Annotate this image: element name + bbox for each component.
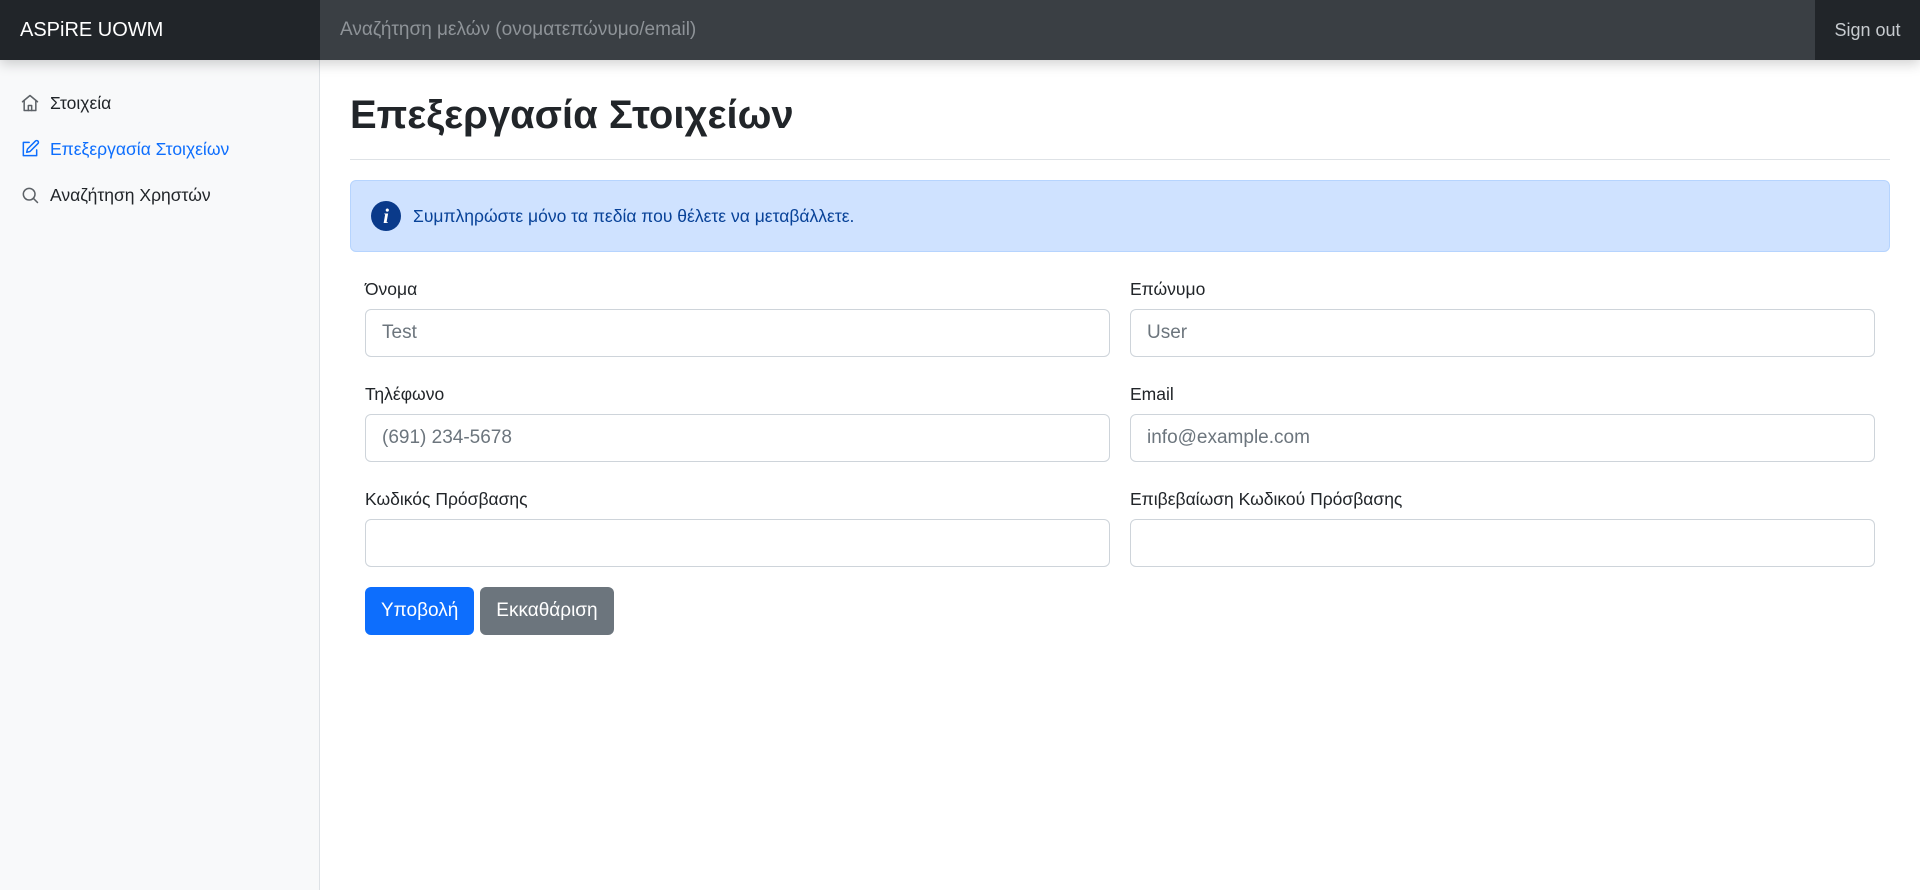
form-row: Όνομα Επώνυμο: [365, 252, 1875, 357]
first-name-field[interactable]: [365, 309, 1110, 357]
alert-text: Συμπληρώστε μόνο τα πεδία που θέλετε να …: [413, 205, 855, 226]
sidebar-item-label: Αναζήτηση Χρηστών: [50, 184, 211, 205]
password-confirm-field[interactable]: [1130, 519, 1875, 567]
home-icon: [20, 93, 40, 113]
form-group-password: Κωδικός Πρόσβασης: [365, 462, 1110, 567]
edit-details-form: Όνομα Επώνυμο Τηλέφωνο Email Κωδικός Πρό…: [350, 252, 1890, 635]
email-field[interactable]: [1130, 414, 1875, 462]
member-search-input[interactable]: [320, 0, 1815, 60]
edit-icon: [20, 139, 40, 159]
sidebar-item-user-search[interactable]: Αναζήτηση Χρηστών: [0, 172, 319, 218]
brand-logo[interactable]: ASPiRE UOWM: [0, 0, 320, 60]
password-field[interactable]: [365, 519, 1110, 567]
form-actions: Υποβολή Εκκαθάριση: [365, 587, 1875, 635]
sidebar-item-label: Επεξεργασία Στοιχείων: [50, 138, 230, 159]
first-name-label: Όνομα: [365, 279, 418, 299]
form-row: Τηλέφωνο Email: [365, 357, 1875, 462]
sidebar-item-details[interactable]: Στοιχεία: [0, 80, 319, 126]
search-icon: [20, 185, 40, 205]
phone-label: Τηλέφωνο: [365, 384, 445, 404]
top-navbar: ASPiRE UOWM Sign out: [0, 0, 1920, 60]
form-group-email: Email: [1130, 357, 1875, 462]
sidebar-item-edit-details[interactable]: Επεξεργασία Στοιχείων: [0, 126, 319, 172]
sidebar: Στοιχεία Επεξεργασία Στοιχείων Αναζήτηση…: [0, 60, 320, 890]
phone-field[interactable]: [365, 414, 1110, 462]
form-group-phone: Τηλέφωνο: [365, 357, 1110, 462]
page-title: Επεξεργασία Στοιχείων: [350, 93, 794, 137]
last-name-label: Επώνυμο: [1130, 279, 1206, 299]
info-alert: i Συμπληρώστε μόνο τα πεδία που θέλετε ν…: [350, 180, 1890, 252]
email-label: Email: [1130, 384, 1174, 404]
sign-out-link[interactable]: Sign out: [1815, 0, 1920, 60]
form-group-password-confirm: Επιβεβαίωση Κωδικού Πρόσβασης: [1130, 462, 1875, 567]
main-content: Επεξεργασία Στοιχείων i Συμπληρώστε μόνο…: [350, 60, 1890, 635]
submit-button[interactable]: Υποβολή: [365, 587, 475, 635]
form-row: Κωδικός Πρόσβασης Επιβεβαίωση Κωδικού Πρ…: [365, 462, 1875, 567]
password-label: Κωδικός Πρόσβασης: [365, 489, 528, 509]
password-confirm-label: Επιβεβαίωση Κωδικού Πρόσβασης: [1130, 489, 1403, 509]
form-group-first-name: Όνομα: [365, 252, 1110, 357]
sidebar-item-label: Στοιχεία: [50, 92, 112, 113]
form-group-last-name: Επώνυμο: [1130, 252, 1875, 357]
clear-button[interactable]: Εκκαθάριση: [480, 587, 614, 635]
title-divider: [350, 159, 1890, 160]
info-icon: i: [371, 201, 401, 231]
last-name-field[interactable]: [1130, 309, 1875, 357]
